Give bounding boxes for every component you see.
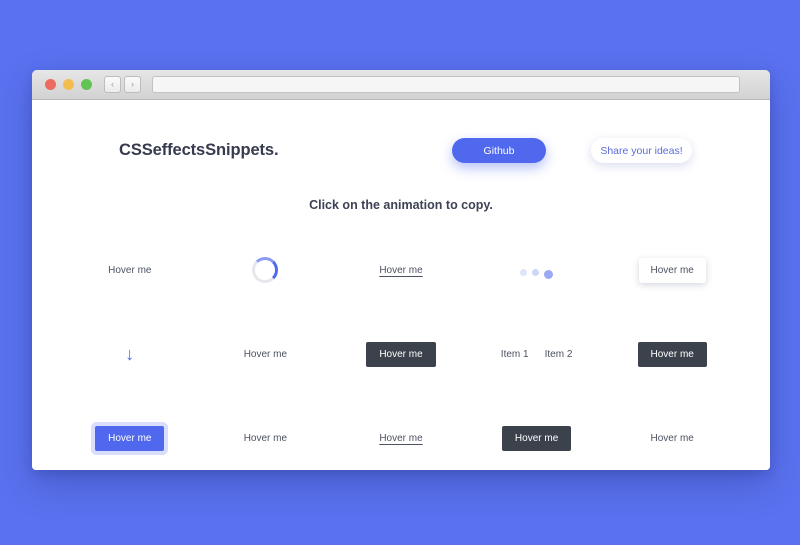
header-actions: Github Share your ideas!	[452, 138, 692, 163]
animation-grid: Hover me Hover me Hover me ↓ Hover me Hover m…	[62, 228, 740, 470]
hover-button-dark-3[interactable]: Hover me	[501, 425, 572, 451]
animation-cell-hover-text-plain-3[interactable]: Hover me	[198, 396, 334, 470]
dot-2-icon	[532, 269, 540, 276]
animation-cell-hover-button-dark-1[interactable]: Hover me	[333, 312, 469, 396]
maximize-window-button[interactable]	[81, 79, 92, 90]
hover-link-underline-1[interactable]: Hover me	[379, 265, 422, 276]
back-arrow-icon[interactable]: ‹	[104, 76, 121, 93]
menu-item-1[interactable]: Item 1	[501, 349, 529, 360]
hover-text-plain-2[interactable]: Hover me	[244, 349, 287, 360]
app-header: CSSeffectsSnippets. Github Share your id…	[62, 100, 740, 163]
dot-3-icon	[544, 270, 554, 279]
traffic-lights	[45, 79, 92, 90]
close-window-button[interactable]	[45, 79, 56, 90]
animation-cell-menu-two-items[interactable]: Item 1 Item 2	[469, 312, 605, 396]
animation-cell-hover-card-white-1[interactable]: Hover me	[604, 228, 740, 312]
browser-window: ‹ › CSSeffectsSnippets. Github Share you…	[32, 70, 770, 470]
browser-titlebar: ‹ ›	[32, 70, 770, 100]
hover-link-underline-2[interactable]: Hover me	[379, 433, 422, 444]
hover-button-blue-1[interactable]: Hover me	[95, 425, 165, 451]
spinner-icon	[252, 257, 279, 283]
animation-cell-hover-button-dark-3[interactable]: Hover me	[469, 396, 605, 470]
minimize-window-button[interactable]	[63, 79, 74, 90]
dot-1-icon	[520, 269, 528, 276]
hover-button-dark-2[interactable]: Hover me	[637, 341, 707, 367]
navigation-buttons: ‹ ›	[104, 76, 141, 93]
github-button[interactable]: Github	[452, 138, 546, 163]
animation-cell-hover-text-plain-1[interactable]: Hover me	[62, 228, 198, 312]
animation-cell-hover-button-dark-2[interactable]: Hover me	[604, 312, 740, 396]
url-input[interactable]	[152, 76, 740, 93]
hover-card-white-1[interactable]: Hover me	[638, 257, 706, 283]
share-ideas-button[interactable]: Share your ideas!	[591, 138, 692, 163]
animation-cell-hover-text-plain-2[interactable]: Hover me	[198, 312, 334, 396]
animation-cell-dots-loader[interactable]	[469, 228, 605, 312]
animation-cell-hover-button-blue-1[interactable]: Hover me	[62, 396, 198, 470]
animation-cell-hover-link-underline-1[interactable]: Hover me	[333, 228, 469, 312]
arrow-down-icon[interactable]: ↓	[125, 345, 134, 363]
forward-arrow-icon[interactable]: ›	[124, 76, 141, 93]
animation-cell-hover-text-plain-4[interactable]: Hover me	[604, 396, 740, 470]
menu-two-items: Item 1 Item 2	[501, 349, 573, 360]
page-subtitle: Click on the animation to copy.	[309, 198, 493, 212]
hover-button-dark-1[interactable]: Hover me	[366, 341, 436, 367]
animation-cell-spinner-ring[interactable]	[198, 228, 334, 312]
menu-item-2[interactable]: Item 2	[545, 349, 573, 360]
animation-cell-hover-link-underline-2[interactable]: Hover me	[333, 396, 469, 470]
animation-cell-arrow-down-icon[interactable]: ↓	[62, 312, 198, 396]
page-title: CSSeffectsSnippets.	[119, 141, 279, 159]
dots-loader-icon	[520, 261, 554, 279]
hover-text-plain-4[interactable]: Hover me	[651, 433, 694, 444]
hover-text-plain-3[interactable]: Hover me	[244, 433, 287, 444]
page-content: CSSeffectsSnippets. Github Share your id…	[32, 100, 770, 470]
hover-text-plain-1[interactable]: Hover me	[108, 265, 151, 276]
